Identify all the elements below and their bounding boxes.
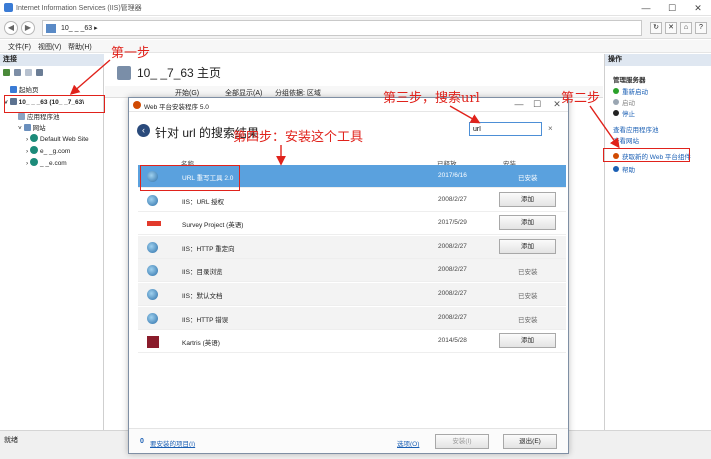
arrow-step2	[589, 105, 620, 149]
arrow-step3	[449, 105, 481, 124]
arrow-step1	[69, 59, 111, 95]
annotation-arrows	[69, 59, 620, 166]
